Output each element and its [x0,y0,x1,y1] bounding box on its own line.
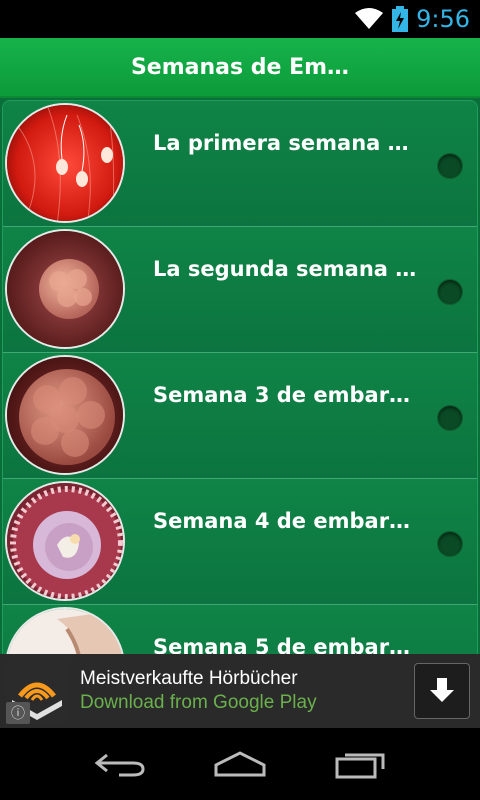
list-item-label: Semana 3 de embarazo [153,383,417,407]
battery-charging-icon [392,6,409,32]
list-item[interactable]: La segunda semana del embarazo [3,227,477,353]
home-icon [214,751,266,777]
sperm-egg-image [5,103,125,223]
navigation-bar [0,728,480,800]
list-item-label: Semana 4 de embarazo [153,509,417,533]
status-bar: 9:56 [0,0,480,38]
back-button[interactable] [90,744,150,784]
back-icon [94,753,145,777]
screen: 9:56 Semanas de Em… La primera semana de… [0,0,480,800]
download-button[interactable] [414,663,470,719]
list-item[interactable]: La primera semana del embarazo [3,101,477,227]
info-icon[interactable]: ⓘ [6,702,30,724]
ad-title: Meistverkaufte Hörbücher [80,668,298,689]
blastocyst-image [5,355,125,475]
radio-button[interactable] [437,405,463,431]
radio-button[interactable] [437,531,463,557]
morula-image [5,229,125,349]
list-item[interactable]: Semana 4 de embarazo [3,479,477,605]
radio-button[interactable] [437,153,463,179]
radio-button[interactable] [437,279,463,305]
ad-subtitle: Download from Google Play [80,692,317,713]
weeks-list: La primera semana del embarazo [2,100,478,654]
list-item-label: La segunda semana del embarazo [153,257,417,281]
embryo-image [5,481,125,601]
list-area: La primera semana del embarazo [0,98,480,654]
status-clock: 9:56 [416,5,470,33]
page-title: Semanas de Em… [130,54,350,80]
list-item-label: Semana 5 de embarazo [153,635,417,654]
recent-apps-icon [335,753,385,779]
list-item[interactable]: Semana 5 de embarazo [3,605,477,654]
home-button[interactable] [210,744,270,784]
action-bar: Semanas de Em… [0,38,480,98]
recent-apps-button[interactable] [330,744,390,784]
ad-banner[interactable]: Meistverkaufte Hörbücher Download from G… [0,654,480,728]
wifi-icon [355,8,384,29]
list-item-label: La primera semana del embarazo [153,131,417,155]
download-icon [430,678,454,702]
embryo-week5-image [5,607,125,654]
list-item[interactable]: Semana 3 de embarazo [3,353,477,479]
